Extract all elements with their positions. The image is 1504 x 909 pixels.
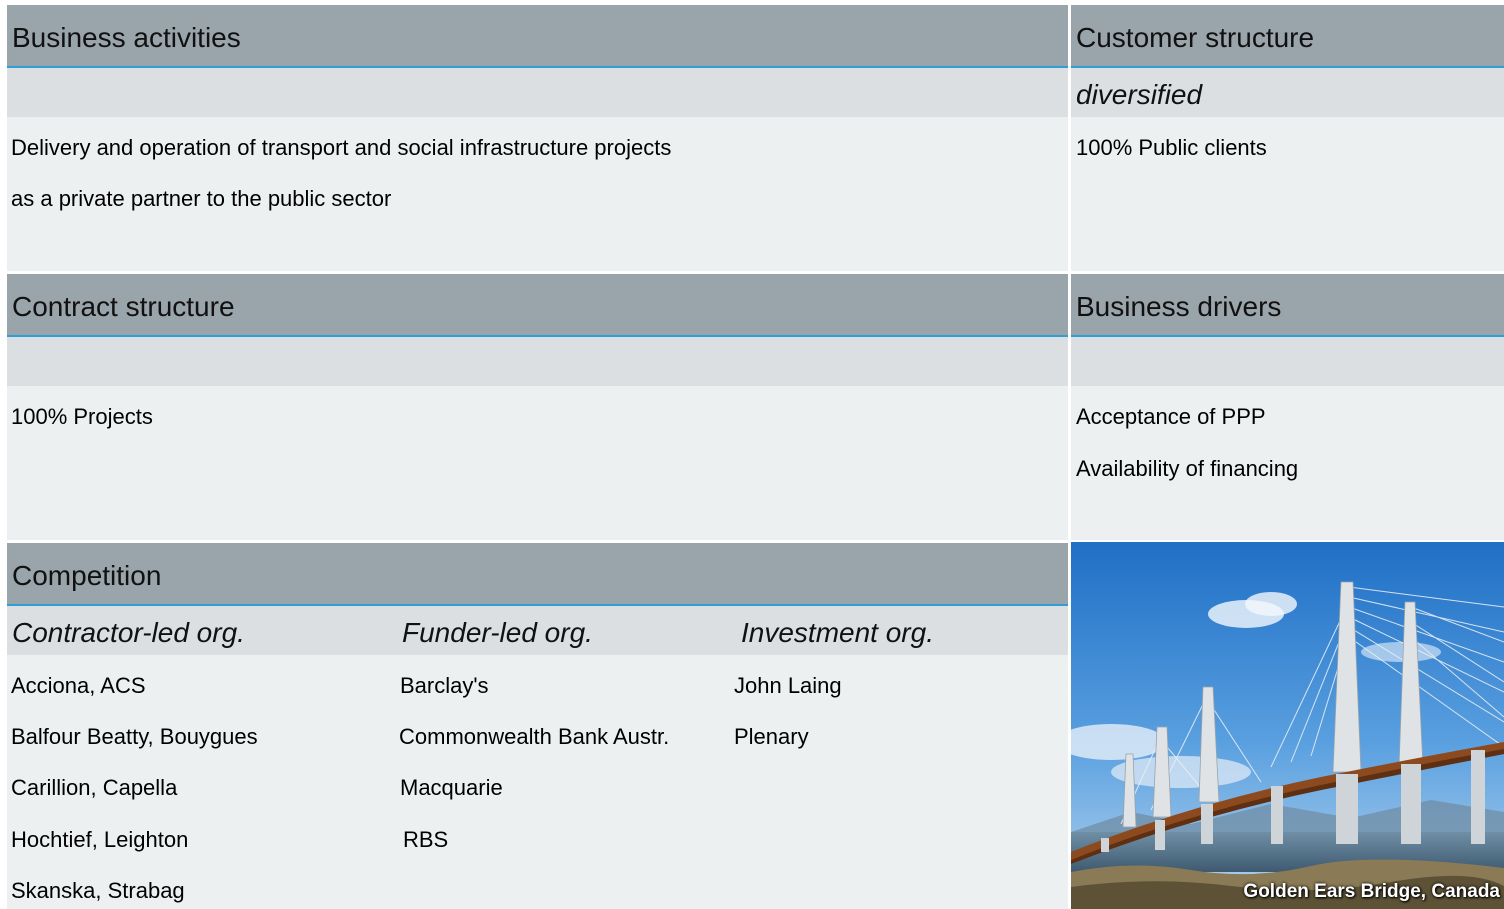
bridge-illustration bbox=[1071, 542, 1504, 909]
competition-item: Carillion, Capella bbox=[11, 775, 178, 800]
business-drivers-line: Acceptance of PPP bbox=[1076, 404, 1266, 429]
business-activities-title: Business activities bbox=[12, 22, 241, 53]
contract-structure-body: 100% Projects bbox=[7, 386, 1068, 540]
competition-item: Balfour Beatty, Bouygues bbox=[11, 724, 258, 749]
customer-structure-subheader: diversified bbox=[1071, 68, 1504, 117]
competition-item: Macquarie bbox=[400, 775, 503, 800]
business-drivers-panel: Business drivers Acceptance of PPP Avail… bbox=[1071, 274, 1504, 540]
business-drivers-header: Business drivers bbox=[1071, 274, 1504, 337]
customer-structure-subtitle: diversified bbox=[1076, 79, 1203, 110]
business-activities-line: as a private partner to the public secto… bbox=[11, 186, 392, 211]
photo-caption: Golden Ears Bridge, Canada bbox=[1243, 881, 1500, 902]
customer-structure-header: Customer structure bbox=[1071, 5, 1504, 68]
competition-item: RBS bbox=[403, 827, 449, 852]
business-drivers-line: Availability of financing bbox=[1076, 456, 1299, 481]
business-drivers-subheader bbox=[1071, 337, 1504, 386]
competition-item: Commonwealth Bank Austr. bbox=[399, 724, 670, 749]
competition-item: Acciona, ACS bbox=[11, 673, 146, 698]
customer-structure-panel: Customer structure diversified 100% Publ… bbox=[1071, 5, 1504, 271]
competition-panel: Competition Contractor-led org. Funder-l… bbox=[7, 543, 1068, 909]
competition-subheader: Contractor-led org. Funder-led org. Inve… bbox=[7, 606, 1068, 655]
competition-item: Plenary bbox=[734, 724, 809, 749]
competition-title: Competition bbox=[12, 560, 162, 591]
business-drivers-body: Acceptance of PPP Availability of financ… bbox=[1071, 386, 1504, 540]
competition-header: Competition bbox=[7, 543, 1068, 606]
competition-item: John Laing bbox=[734, 673, 842, 698]
bridge-photo: Golden Ears Bridge, Canada bbox=[1071, 542, 1504, 909]
contract-structure-panel: Contract structure 100% Projects bbox=[7, 274, 1068, 540]
contract-structure-subheader bbox=[7, 337, 1068, 386]
business-activities-header: Business activities bbox=[7, 5, 1068, 68]
contract-structure-line: 100% Projects bbox=[11, 404, 153, 429]
competition-column-header: Contractor-led org. bbox=[12, 617, 245, 648]
business-activities-line: Delivery and operation of transport and … bbox=[11, 135, 672, 160]
contract-structure-header: Contract structure bbox=[7, 274, 1068, 337]
competition-column-header: Funder-led org. bbox=[402, 617, 593, 648]
business-activities-body: Delivery and operation of transport and … bbox=[7, 117, 1068, 271]
business-activities-subheader bbox=[7, 68, 1068, 117]
competition-body: Acciona, ACS Balfour Beatty, Bouygues Ca… bbox=[7, 655, 1068, 909]
competition-item: Hochtief, Leighton bbox=[11, 827, 189, 852]
customer-structure-body: 100% Public clients bbox=[1071, 117, 1504, 271]
contract-structure-title: Contract structure bbox=[12, 291, 235, 322]
business-activities-panel: Business activities Delivery and operati… bbox=[7, 5, 1068, 271]
competition-column-header: Investment org. bbox=[741, 617, 934, 648]
competition-item: Barclay's bbox=[400, 673, 489, 698]
customer-structure-line: 100% Public clients bbox=[1076, 135, 1267, 160]
business-drivers-title: Business drivers bbox=[1076, 291, 1282, 322]
competition-item: Skanska, Strabag bbox=[11, 878, 185, 903]
customer-structure-title: Customer structure bbox=[1076, 22, 1315, 53]
